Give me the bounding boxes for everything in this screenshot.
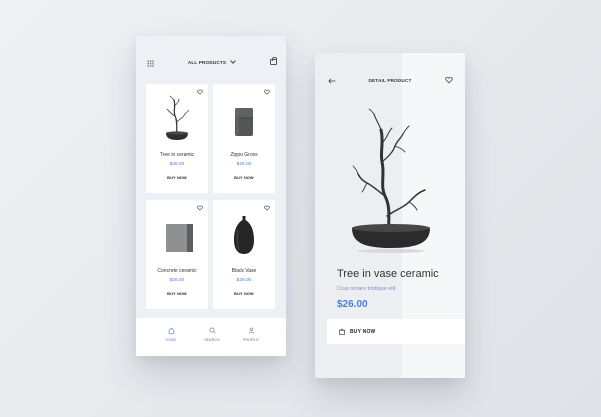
shopping-bag-icon[interactable] xyxy=(270,57,277,65)
concrete-ceramic-image xyxy=(166,224,193,252)
product-name: Zippo Gross xyxy=(230,152,258,158)
heart-icon[interactable] xyxy=(264,205,270,211)
black-vase-image xyxy=(234,216,254,254)
product-name: Concrete ceramic xyxy=(157,268,197,274)
product-list-screen: ALL PRODUCTS Tree in ceramic $26.00 BUY … xyxy=(136,36,286,356)
nav-item-search[interactable]: SEARCH xyxy=(197,327,227,342)
product-name: Tree in vase ceramic xyxy=(337,268,439,280)
product-price: $26.00 xyxy=(337,299,368,310)
nav-label: PROFILE xyxy=(243,338,259,342)
nav-item-profile[interactable]: PROFILE xyxy=(236,327,266,342)
buy-now-button[interactable]: BUY NOW xyxy=(146,292,208,296)
detail-title: DETAIL PRODUCT xyxy=(368,78,412,83)
heart-icon[interactable] xyxy=(197,89,203,95)
home-icon xyxy=(168,327,174,334)
product-card[interactable]: Tree in ceramic $26.00 BUY NOW xyxy=(146,84,208,193)
product-name: Black Vase xyxy=(231,268,257,274)
zippo-lighter-image xyxy=(235,108,253,136)
buy-now-button[interactable]: BUY NOW xyxy=(213,292,275,296)
category-dropdown[interactable]: ALL PRODUCTS xyxy=(136,58,286,65)
list-header: ALL PRODUCTS xyxy=(136,36,286,80)
tree-in-ceramic-image xyxy=(166,95,190,140)
heart-icon[interactable] xyxy=(445,76,453,84)
product-price: $26.00 xyxy=(236,162,252,167)
chevron-down-icon xyxy=(230,58,237,64)
category-label: ALL PRODUCTS xyxy=(187,60,227,65)
product-price: $26.00 xyxy=(169,162,185,167)
nav-label: SEARCH xyxy=(204,338,220,342)
buy-now-label: BUY NOW xyxy=(350,329,376,335)
product-detail-screen: DETAIL PRODUCT Tree in vase ceramic Cras… xyxy=(315,53,465,378)
product-card[interactable]: Zippo Gross $26.00 BUY NOW xyxy=(213,84,275,193)
heart-icon[interactable] xyxy=(197,205,203,211)
tree-in-vase-hero-image xyxy=(352,108,430,253)
product-name: Tree in ceramic xyxy=(159,152,195,158)
bottom-navigation: HOME SEARCH PROFILE xyxy=(136,318,286,356)
product-price: $26.00 xyxy=(169,278,185,283)
product-card[interactable]: Black Vase $26.00 BUY NOW xyxy=(213,200,275,309)
product-price: $26.00 xyxy=(236,278,252,283)
product-description: Cras ornare tristique elit xyxy=(337,286,396,292)
buy-now-button[interactable]: BUY NOW xyxy=(213,176,275,180)
buy-now-button[interactable]: BUY NOW xyxy=(327,319,465,344)
nav-label: HOME xyxy=(165,338,177,342)
search-icon xyxy=(209,327,216,334)
shopping-bag-icon xyxy=(339,328,345,335)
product-card[interactable]: Concrete ceramic $26.00 BUY NOW xyxy=(146,200,208,309)
profile-icon xyxy=(248,327,254,334)
nav-item-home[interactable]: HOME xyxy=(156,327,186,342)
buy-now-button[interactable]: BUY NOW xyxy=(146,176,208,180)
heart-icon[interactable] xyxy=(264,89,270,95)
